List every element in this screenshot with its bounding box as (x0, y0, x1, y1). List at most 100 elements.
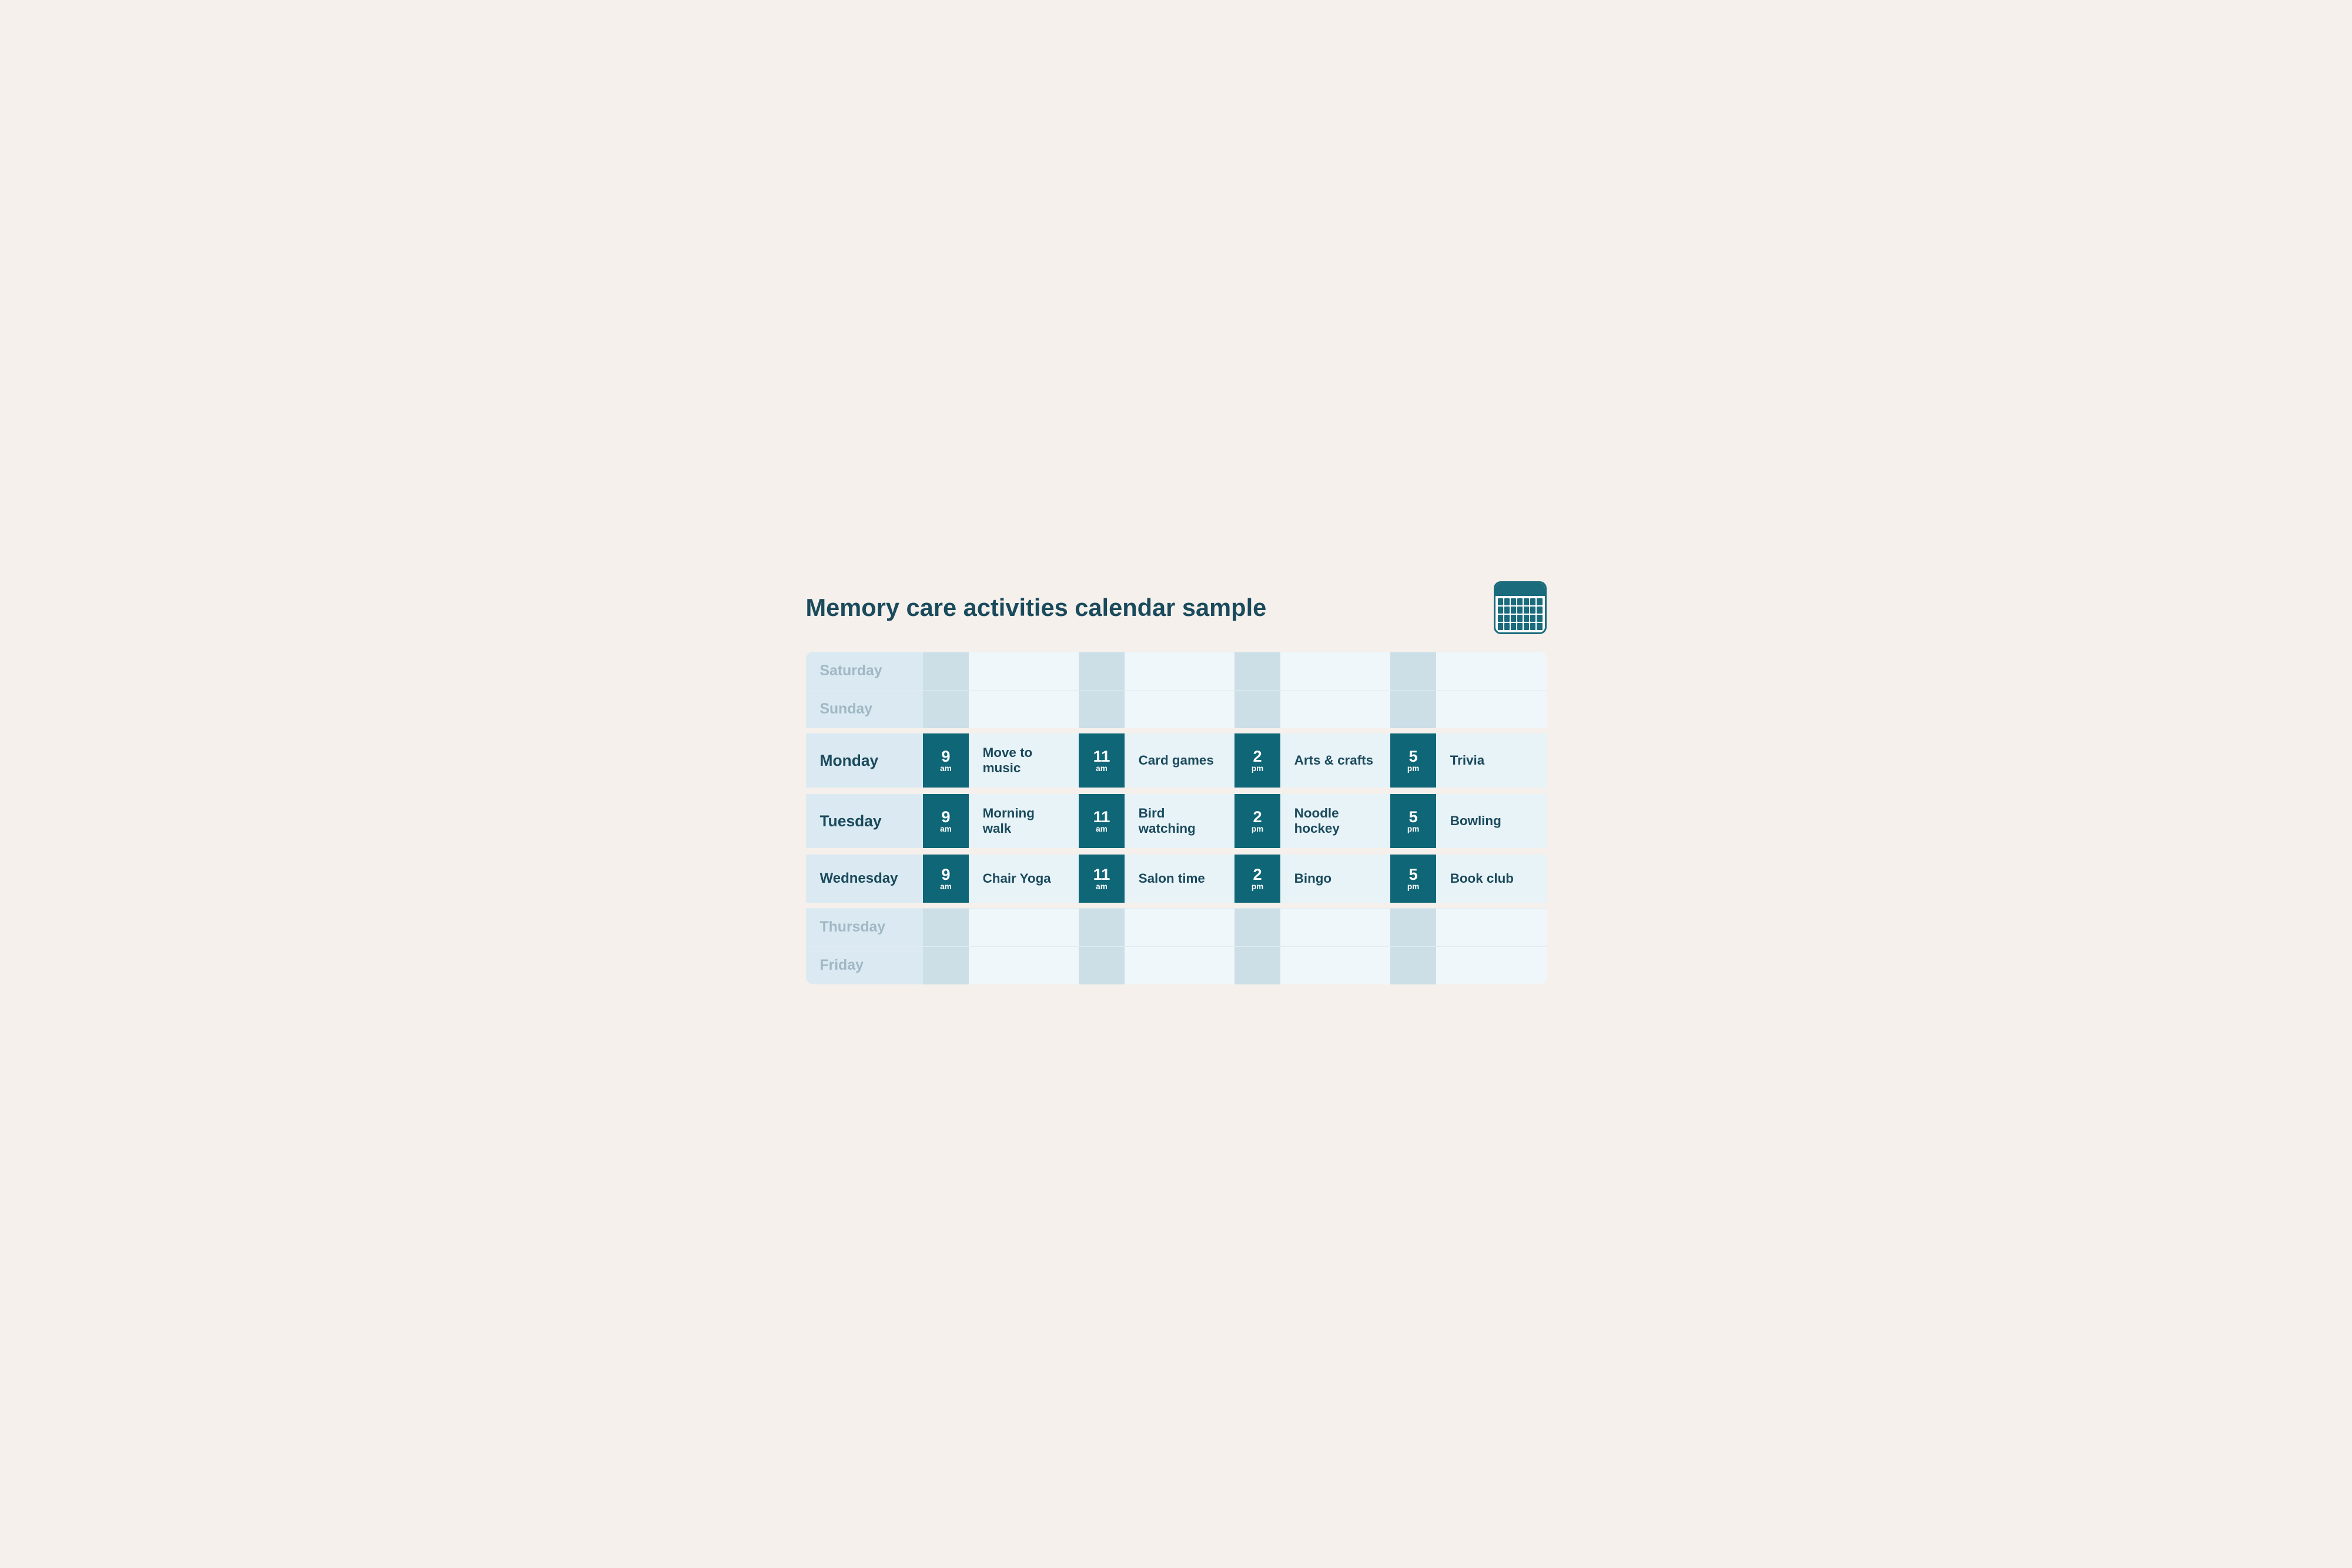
time-placeholder (1390, 652, 1436, 690)
time-placeholder (1079, 690, 1124, 728)
activity-placeholder (1125, 909, 1235, 947)
time-2-number-tue: 2 (1240, 809, 1274, 825)
wednesday-act4: Book club (1436, 854, 1547, 904)
activity-placeholder (1436, 652, 1547, 690)
table-row: Friday (806, 947, 1547, 985)
activity-placeholder (969, 652, 1079, 690)
time-5-unit: pm (1396, 764, 1430, 773)
activity-placeholder (1436, 690, 1547, 728)
header: Memory care activities calendar sample (806, 581, 1547, 634)
time-5-number-wed: 5 (1396, 866, 1430, 882)
day-sunday: Sunday (806, 690, 924, 728)
time-9-number-wed: 9 (929, 866, 962, 882)
time-11-number: 11 (1085, 748, 1118, 764)
table-row: Monday 9 am Move to music 11 am Card gam… (806, 733, 1547, 789)
time-placeholder (923, 690, 968, 728)
time-5-unit-wed: pm (1396, 882, 1430, 891)
time-placeholder (1390, 947, 1436, 985)
tuesday-act3: Noodle hockey (1280, 793, 1391, 849)
time-9-unit-tue: am (929, 825, 962, 833)
time-11am-tue: 11 am (1079, 793, 1124, 849)
monday-act1: Move to music (969, 733, 1079, 789)
day-wednesday: Wednesday (806, 854, 924, 904)
activity-placeholder (1280, 947, 1391, 985)
tuesday-act1: Morning walk (969, 793, 1079, 849)
tuesday-act4: Bowling (1436, 793, 1547, 849)
calendar-table: Saturday Sunday (806, 652, 1547, 985)
activity-placeholder (1436, 947, 1547, 985)
day-saturday: Saturday (806, 652, 924, 690)
monday-act3: Arts & crafts (1280, 733, 1391, 789)
time-placeholder (923, 947, 968, 985)
time-9am: 9 am (923, 733, 968, 789)
day-thursday: Thursday (806, 909, 924, 947)
monday-act2: Card games (1125, 733, 1235, 789)
time-5-unit-tue: pm (1396, 825, 1430, 833)
time-9-unit: am (929, 764, 962, 773)
table-row: Sunday (806, 690, 1547, 728)
time-5pm: 5 pm (1390, 733, 1436, 789)
time-5-number: 5 (1396, 748, 1430, 764)
activity-placeholder (969, 947, 1079, 985)
time-11-number-wed: 11 (1085, 866, 1118, 882)
time-placeholder (1390, 690, 1436, 728)
day-friday: Friday (806, 947, 924, 985)
time-5pm-tue: 5 pm (1390, 793, 1436, 849)
table-row: Tuesday 9 am Morning walk 11 am Bird wat… (806, 793, 1547, 849)
time-9-number-tue: 9 (929, 809, 962, 825)
time-placeholder (1079, 947, 1124, 985)
time-5-number-tue: 5 (1396, 809, 1430, 825)
time-9-number: 9 (929, 748, 962, 764)
activity-placeholder (969, 690, 1079, 728)
activity-placeholder (969, 909, 1079, 947)
monday-act4: Trivia (1436, 733, 1547, 789)
time-placeholder (1390, 909, 1436, 947)
time-11-unit: am (1085, 764, 1118, 773)
calendar-icon (1494, 581, 1547, 634)
wednesday-act1: Chair Yoga (969, 854, 1079, 904)
activity-placeholder (1280, 909, 1391, 947)
time-2pm-tue: 2 pm (1234, 793, 1280, 849)
time-placeholder (1079, 652, 1124, 690)
time-2pm: 2 pm (1234, 733, 1280, 789)
time-placeholder (1234, 652, 1280, 690)
time-9am-wed: 9 am (923, 854, 968, 904)
day-monday: Monday (806, 733, 924, 789)
time-2-unit: pm (1240, 764, 1274, 773)
time-placeholder (1234, 909, 1280, 947)
time-11am: 11 am (1079, 733, 1124, 789)
main-card: Memory care activities calendar sample (782, 560, 1570, 1009)
table-row: Wednesday 9 am Chair Yoga 11 am Salon ti… (806, 854, 1547, 904)
wednesday-act3: Bingo (1280, 854, 1391, 904)
time-11-number-tue: 11 (1085, 809, 1118, 825)
time-2-number: 2 (1240, 748, 1274, 764)
activity-placeholder (1125, 947, 1235, 985)
page-title: Memory care activities calendar sample (806, 594, 1267, 622)
time-2-unit-tue: pm (1240, 825, 1274, 833)
time-2-unit-wed: pm (1240, 882, 1274, 891)
time-9-unit-wed: am (929, 882, 962, 891)
time-placeholder (1234, 947, 1280, 985)
time-5pm-wed: 5 pm (1390, 854, 1436, 904)
calendar-table-wrapper: Saturday Sunday (806, 652, 1547, 985)
time-11-unit-wed: am (1085, 882, 1118, 891)
day-tuesday: Tuesday (806, 793, 924, 849)
activity-placeholder (1280, 690, 1391, 728)
wednesday-act2: Salon time (1125, 854, 1235, 904)
table-row: Thursday (806, 909, 1547, 947)
time-placeholder (923, 652, 968, 690)
time-11am-wed: 11 am (1079, 854, 1124, 904)
activity-placeholder (1436, 909, 1547, 947)
time-placeholder (1234, 690, 1280, 728)
time-placeholder (1079, 909, 1124, 947)
activity-placeholder (1280, 652, 1391, 690)
time-placeholder (923, 909, 968, 947)
table-row: Saturday (806, 652, 1547, 690)
time-9am-tue: 9 am (923, 793, 968, 849)
activity-placeholder (1125, 690, 1235, 728)
time-2pm-wed: 2 pm (1234, 854, 1280, 904)
time-2-number-wed: 2 (1240, 866, 1274, 882)
time-11-unit-tue: am (1085, 825, 1118, 833)
activity-placeholder (1125, 652, 1235, 690)
tuesday-act2: Bird watching (1125, 793, 1235, 849)
